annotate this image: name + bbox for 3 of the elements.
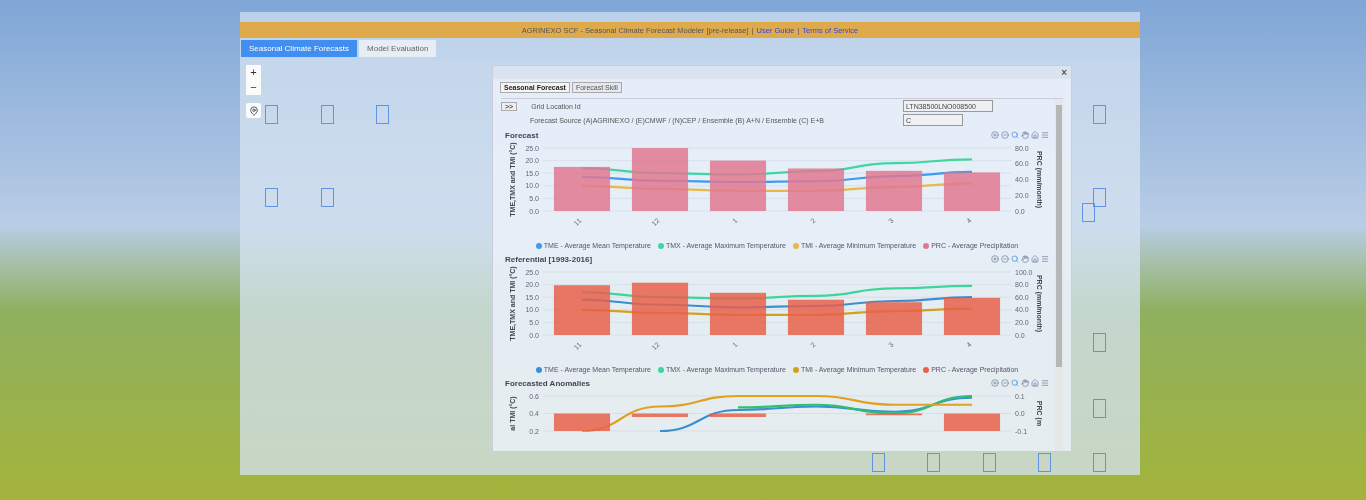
chart-title: Referential [1993-2016] [505,254,593,264]
chart-title: Forecasted Anomalies [505,378,591,388]
chart-title: Forecast [505,130,539,140]
